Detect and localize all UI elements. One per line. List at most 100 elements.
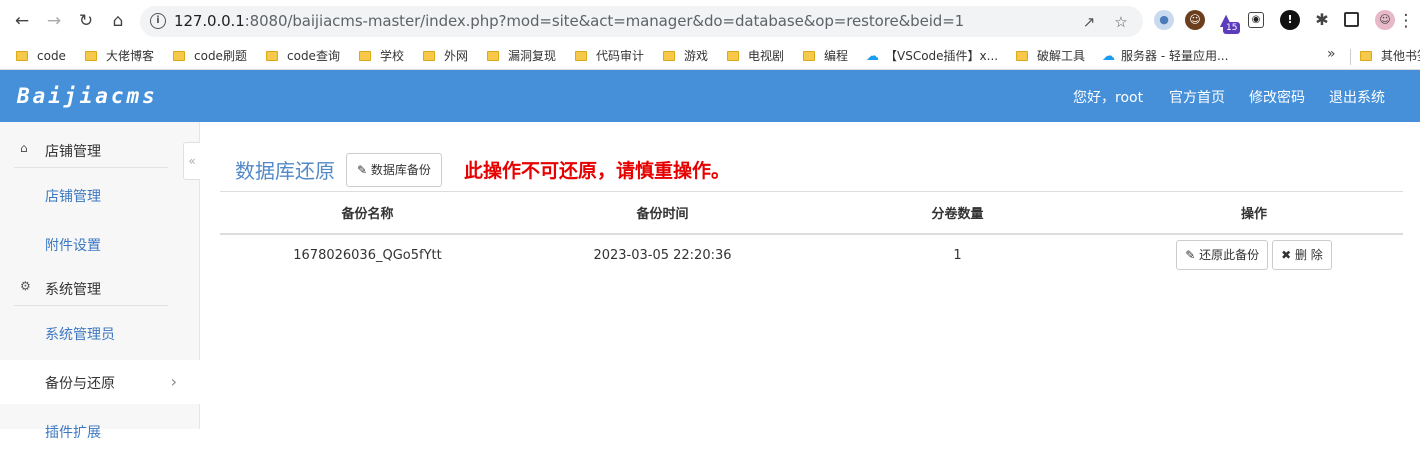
- extension-panda-icon[interactable]: ◉: [1248, 12, 1264, 28]
- sidebar-group-system[interactable]: ⚙ 系统管理: [0, 270, 200, 306]
- profile-avatar-icon[interactable]: ☺: [1375, 10, 1395, 30]
- delete-backup-button[interactable]: ✖ 删 除: [1272, 240, 1332, 270]
- folder-icon: [1016, 51, 1028, 61]
- address-bar-row: ← → ↻ ⌂ i 127.0.0.1:8080/baijiacms-maste…: [0, 0, 1420, 42]
- sidebar-item-backup-restore[interactable]: 备份与还原 ›: [0, 360, 200, 404]
- bookmark-tv[interactable]: 电视剧: [727, 47, 784, 65]
- sidebar-item-label: 附件设置: [45, 238, 101, 254]
- page-title: 数据库还原: [235, 159, 335, 183]
- button-label: 还原此备份: [1199, 248, 1260, 262]
- bookmark-label: 代码审计: [596, 49, 645, 63]
- bookmark-school[interactable]: 学校: [359, 47, 404, 65]
- extension-avatar-icon[interactable]: ☺: [1185, 10, 1205, 30]
- official-home-link[interactable]: 官方首页: [1169, 87, 1225, 107]
- bookmark-label: 大佬博客: [106, 49, 155, 63]
- database-backup-button[interactable]: ✎ 数据库备份: [346, 153, 442, 187]
- bookmark-blog[interactable]: 大佬博客: [85, 47, 154, 65]
- url-text[interactable]: 127.0.0.1:8080/baijiacms-master/index.ph…: [174, 6, 964, 37]
- bookmark-programming[interactable]: 编程: [803, 47, 848, 65]
- bookmark-label: code刷题: [194, 49, 247, 63]
- bookmark-external[interactable]: 外网: [423, 47, 468, 65]
- folder-icon: [359, 51, 371, 61]
- share-icon[interactable]: ↗: [1080, 13, 1098, 31]
- main-content: 数据库还原 ✎ 数据库备份 此操作不可还原，请慎重操作。 备份名称 备份时间 分…: [220, 122, 1403, 429]
- back-arrow-icon[interactable]: ←: [10, 9, 34, 33]
- browser-chrome: ← → ↻ ⌂ i 127.0.0.1:8080/baijiacms-maste…: [0, 0, 1420, 70]
- home-icon[interactable]: ⌂: [106, 9, 130, 33]
- sidebar-group-label: 系统管理: [45, 282, 101, 298]
- reload-icon[interactable]: ↻: [74, 9, 98, 33]
- backup-volumes: 1: [953, 247, 962, 263]
- side-panel-icon[interactable]: [1344, 12, 1359, 27]
- row-actions: ✎ 还原此备份 ✖ 删 除: [1105, 235, 1403, 275]
- divider: [14, 305, 168, 306]
- site-info-icon[interactable]: i: [150, 13, 166, 29]
- folder-icon: [85, 51, 97, 61]
- folder-icon: [16, 51, 28, 61]
- folder-icon: [575, 51, 587, 61]
- bookmark-other[interactable]: 其他书签: [1360, 47, 1420, 65]
- bookmark-crack-tools[interactable]: 破解工具: [1016, 47, 1085, 65]
- bookmark-vuln-repro[interactable]: 漏洞复现: [487, 47, 556, 65]
- cloud-icon: ☁: [866, 49, 879, 64]
- sidebar-item-system-admin[interactable]: 系统管理员: [0, 311, 200, 355]
- app-logo[interactable]: Baijiacms: [17, 84, 158, 108]
- divider: [14, 167, 168, 168]
- forward-arrow-icon[interactable]: →: [42, 9, 66, 33]
- sidebar-group-label: 店铺管理: [45, 144, 101, 160]
- bookmark-label: 【VSCode插件】x...: [885, 49, 999, 63]
- backup-name: 1678026036_QGo5fYtt: [293, 247, 442, 263]
- bookmark-label: 学校: [380, 49, 405, 63]
- close-icon: ✖: [1281, 248, 1292, 262]
- url-bar[interactable]: i 127.0.0.1:8080/baijiacms-master/index.…: [140, 6, 1143, 37]
- url-path: :8080/baijiacms-master/index.php?mod=sit…: [244, 12, 965, 30]
- chevron-right-icon: ›: [170, 372, 177, 391]
- bookmark-label: 破解工具: [1037, 49, 1086, 63]
- sidebar-item-shop-manage[interactable]: 店铺管理: [0, 173, 200, 217]
- sidebar-item-plugins[interactable]: 插件扩展: [0, 409, 200, 453]
- title-row: 数据库还原 ✎ 数据库备份 此操作不可还原，请慎重操作。: [220, 152, 1403, 192]
- cloud-icon: ☁: [1102, 49, 1115, 64]
- column-header-actions: 操作: [1240, 207, 1267, 222]
- sidebar-collapse-icon[interactable]: «: [183, 142, 200, 180]
- logout-link[interactable]: 退出系统: [1329, 87, 1385, 107]
- folder-icon: [173, 51, 185, 61]
- bookmark-star-icon[interactable]: ☆: [1112, 13, 1130, 31]
- bookmark-code[interactable]: code: [16, 47, 66, 65]
- restore-backup-button[interactable]: ✎ 还原此备份: [1176, 240, 1269, 270]
- sidebar-item-attachment-settings[interactable]: 附件设置: [0, 222, 200, 266]
- folder-icon: [487, 51, 499, 61]
- folder-icon: [1360, 51, 1372, 61]
- bookmark-code-audit[interactable]: 代码审计: [575, 47, 644, 65]
- bookmark-vscode[interactable]: ☁ 【VSCode插件】x...: [866, 47, 998, 65]
- extensions-puzzle-icon[interactable]: ✱: [1312, 10, 1332, 30]
- user-greeting: 您好，root: [1073, 90, 1144, 106]
- bookmark-label: code: [37, 49, 66, 63]
- sidebar-item-label: 备份与还原: [45, 376, 115, 392]
- bookmark-code-practice[interactable]: code刷题: [173, 47, 247, 65]
- extension-alert-icon[interactable]: !: [1280, 10, 1300, 30]
- bookmark-code-query[interactable]: code查询: [266, 47, 340, 65]
- extension-circle-icon[interactable]: ●: [1154, 10, 1174, 30]
- column-header-volumes: 分卷数量: [931, 207, 984, 222]
- sidebar-group-shop[interactable]: ⌂ 店铺管理: [0, 132, 200, 168]
- bookmarks-bar: code 大佬博客 code刷题 code查询 学校 外网 漏洞复现 代码审计 …: [0, 42, 1420, 69]
- backup-time: 2023-03-05 22:20:36: [593, 247, 732, 263]
- table-header: 备份名称 备份时间 分卷数量 操作: [220, 192, 1403, 235]
- folder-icon: [423, 51, 435, 61]
- gears-icon: ⚙: [20, 279, 31, 293]
- bookmarks-divider: [1350, 49, 1351, 65]
- browser-menu-icon[interactable]: ⋮: [1396, 9, 1416, 33]
- bookmark-label: code查询: [287, 49, 340, 63]
- sidebar-item-label: 店铺管理: [45, 189, 101, 205]
- bookmarks-more-icon[interactable]: »: [1327, 46, 1336, 62]
- home-icon: ⌂: [20, 141, 28, 155]
- change-password-link[interactable]: 修改密码: [1249, 87, 1305, 107]
- bookmark-games[interactable]: 游戏: [663, 47, 708, 65]
- folder-icon: [266, 51, 278, 61]
- bookmark-label: 服务器 - 轻量应用...: [1121, 49, 1229, 63]
- warning-text: 此操作不可还原，请慎重操作。: [464, 160, 731, 182]
- bookmark-label: 其他书签: [1381, 49, 1420, 63]
- bookmark-server[interactable]: ☁ 服务器 - 轻量应用...: [1102, 47, 1228, 65]
- url-host: 127.0.0.1: [174, 12, 245, 30]
